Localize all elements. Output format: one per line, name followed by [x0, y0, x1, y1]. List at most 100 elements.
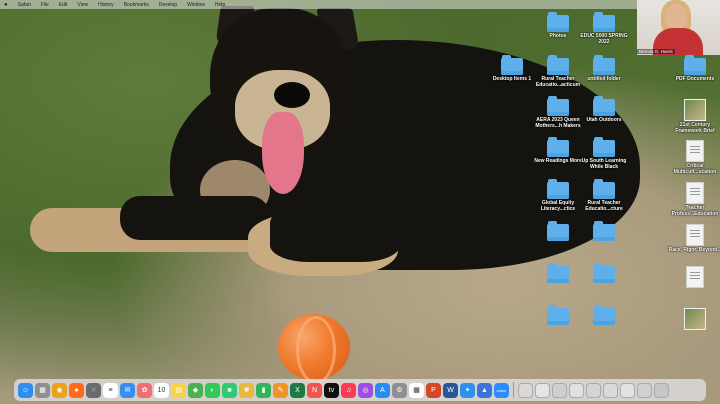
- folder-icon: [547, 96, 569, 116]
- desktop-item[interactable]: 21st Century Framework Brief: [666, 99, 720, 134]
- desktop-item[interactable]: [666, 266, 720, 290]
- desktop-item-label: untitled folder: [587, 76, 621, 82]
- desktop-item-label: EDUC 5000 SPRING 2022: [580, 33, 628, 45]
- folder-icon: [593, 96, 615, 116]
- launchpad-icon[interactable]: ▦: [35, 382, 50, 398]
- chrome-icon[interactable]: ◉: [52, 382, 67, 398]
- firefox-icon[interactable]: ●: [69, 382, 84, 398]
- word-icon[interactable]: W: [443, 382, 458, 398]
- webcam-person-face: [665, 4, 687, 30]
- apple-menu-icon[interactable]: ●: [4, 2, 8, 8]
- folder-icon: [547, 263, 569, 283]
- desktop-item[interactable]: [575, 263, 633, 285]
- desktop-item[interactable]: Rural Teacher Educatio...cture: [575, 179, 633, 212]
- excel-icon[interactable]: X: [290, 382, 305, 398]
- folder-icon: [547, 305, 569, 325]
- desktop-item[interactable]: Up South Learning While Black: [575, 137, 633, 170]
- desktop-item[interactable]: EDUC 5000 SPRING 2022: [575, 12, 633, 45]
- dog-photo-right-leg: [270, 206, 400, 262]
- photos-icon[interactable]: ✿: [137, 382, 152, 398]
- folder-icon: [593, 12, 615, 32]
- desktop-item[interactable]: [575, 305, 633, 327]
- document-icon: [686, 140, 704, 162]
- desktop-item-label: 21st Century Framework Brief: [675, 122, 715, 134]
- apps-icon[interactable]: ⁙: [86, 382, 101, 398]
- window-thumb-4[interactable]: [569, 382, 584, 398]
- desktop-item-label: Up South Learning While Black: [581, 158, 627, 170]
- desktop-item-label: Race, Rigor, Beyond...: [668, 247, 720, 253]
- document-icon: [686, 182, 704, 204]
- preview-icon[interactable]: ▦: [409, 382, 424, 398]
- webcam-overlay[interactable]: Brenda G. Harris: [637, 0, 720, 55]
- webcam-name-label: Brenda G. Harris: [637, 49, 675, 54]
- finder-icon[interactable]: ☺: [18, 382, 33, 398]
- menu-history[interactable]: History: [98, 2, 114, 8]
- image-file-icon: [684, 308, 706, 330]
- numbers-icon[interactable]: ▮: [256, 382, 271, 398]
- menu-bar: ● Safari File Edit View History Bookmark…: [0, 0, 720, 9]
- folder-icon: [547, 55, 569, 75]
- reminders-icon[interactable]: ≡: [103, 382, 118, 398]
- folder-icon: [593, 179, 615, 199]
- menu-file[interactable]: File: [41, 2, 49, 8]
- notes-icon[interactable]: ▤: [171, 382, 186, 398]
- desktop-item[interactable]: untitled folder: [575, 55, 633, 83]
- desktop-item[interactable]: PDF Documents: [666, 55, 720, 83]
- menu-edit[interactable]: Edit: [59, 2, 68, 8]
- desktop-item[interactable]: Teacher Profess...Education: [666, 182, 720, 217]
- desktop-item[interactable]: [575, 221, 633, 243]
- document-icon: [686, 266, 704, 288]
- document-icon: [686, 224, 704, 246]
- desktop-item-label: Rural Teacher Educatio...cture: [585, 200, 623, 212]
- menu-develop[interactable]: Develop: [159, 2, 177, 8]
- keynote-icon[interactable]: ▲: [477, 382, 492, 398]
- calendar-icon[interactable]: 10: [154, 382, 169, 398]
- folder-icon: [593, 221, 615, 241]
- folder-icon: [593, 263, 615, 283]
- messages-icon[interactable]: ◐: [205, 382, 220, 398]
- menu-app-name[interactable]: Safari: [18, 2, 31, 8]
- desktop-item-label: Teacher Profess...Education: [671, 205, 719, 217]
- facetime-icon[interactable]: ■: [222, 382, 237, 398]
- menu-window[interactable]: Window: [187, 2, 205, 8]
- mail-icon[interactable]: ✉: [120, 382, 135, 398]
- news-icon[interactable]: N: [307, 382, 322, 398]
- desktop-item-label: Critical Multicult...ucation: [673, 163, 717, 175]
- dock: ☺ ▦ ◉ ● ⁙ ≡ ✉ ✿ 10 ▤ ◆ ◐ ■ ✾ ▮ ✎ X Ntv ♫ ◎ A ⚙ ▦ P W ✦ ▲ zoom: [14, 379, 706, 401]
- window-thumb-1[interactable]: [518, 382, 533, 398]
- music-icon[interactable]: ♫: [341, 382, 356, 398]
- photos2-icon[interactable]: ✾: [239, 382, 254, 398]
- dog-photo-tongue: [262, 112, 304, 194]
- image-file-icon: [684, 99, 706, 121]
- folder-icon: [593, 55, 615, 75]
- safari-icon[interactable]: ✦: [460, 382, 475, 398]
- pages-icon[interactable]: ✎: [273, 382, 288, 398]
- menu-view[interactable]: View: [77, 2, 88, 8]
- window-thumb-2[interactable]: [535, 382, 550, 398]
- appstore-icon[interactable]: A: [375, 382, 390, 398]
- folder-icon: [547, 137, 569, 157]
- trash-icon[interactable]: [654, 382, 669, 398]
- window-thumb-5[interactable]: [586, 382, 601, 398]
- menu-help[interactable]: Help: [215, 2, 225, 8]
- maps-icon[interactable]: ◆: [188, 382, 203, 398]
- podcasts-icon[interactable]: ◎: [358, 382, 373, 398]
- window-thumb-6[interactable]: [603, 382, 618, 398]
- window-thumb-8[interactable]: [637, 382, 652, 398]
- desktop-item[interactable]: Critical Multicult...ucation: [666, 140, 720, 175]
- dog-photo-nose: [274, 82, 310, 108]
- tv-icon[interactable]: tv: [324, 382, 339, 398]
- settings-icon[interactable]: ⚙: [392, 382, 407, 398]
- window-thumb-3[interactable]: [552, 382, 567, 398]
- menu-bookmarks[interactable]: Bookmarks: [124, 2, 149, 8]
- window-thumb-7[interactable]: [620, 382, 635, 398]
- zoom-icon[interactable]: zoom: [494, 382, 509, 398]
- desktop-item[interactable]: [666, 308, 720, 332]
- folder-icon: [684, 55, 706, 75]
- folder-icon: [593, 305, 615, 325]
- dock-separator: [513, 382, 514, 398]
- desktop-item[interactable]: Race, Rigor, Beyond...: [666, 224, 720, 254]
- desktop-item[interactable]: Utah Outdoors: [575, 96, 633, 124]
- powerpoint-icon[interactable]: P: [426, 382, 441, 398]
- folder-icon: [501, 55, 523, 75]
